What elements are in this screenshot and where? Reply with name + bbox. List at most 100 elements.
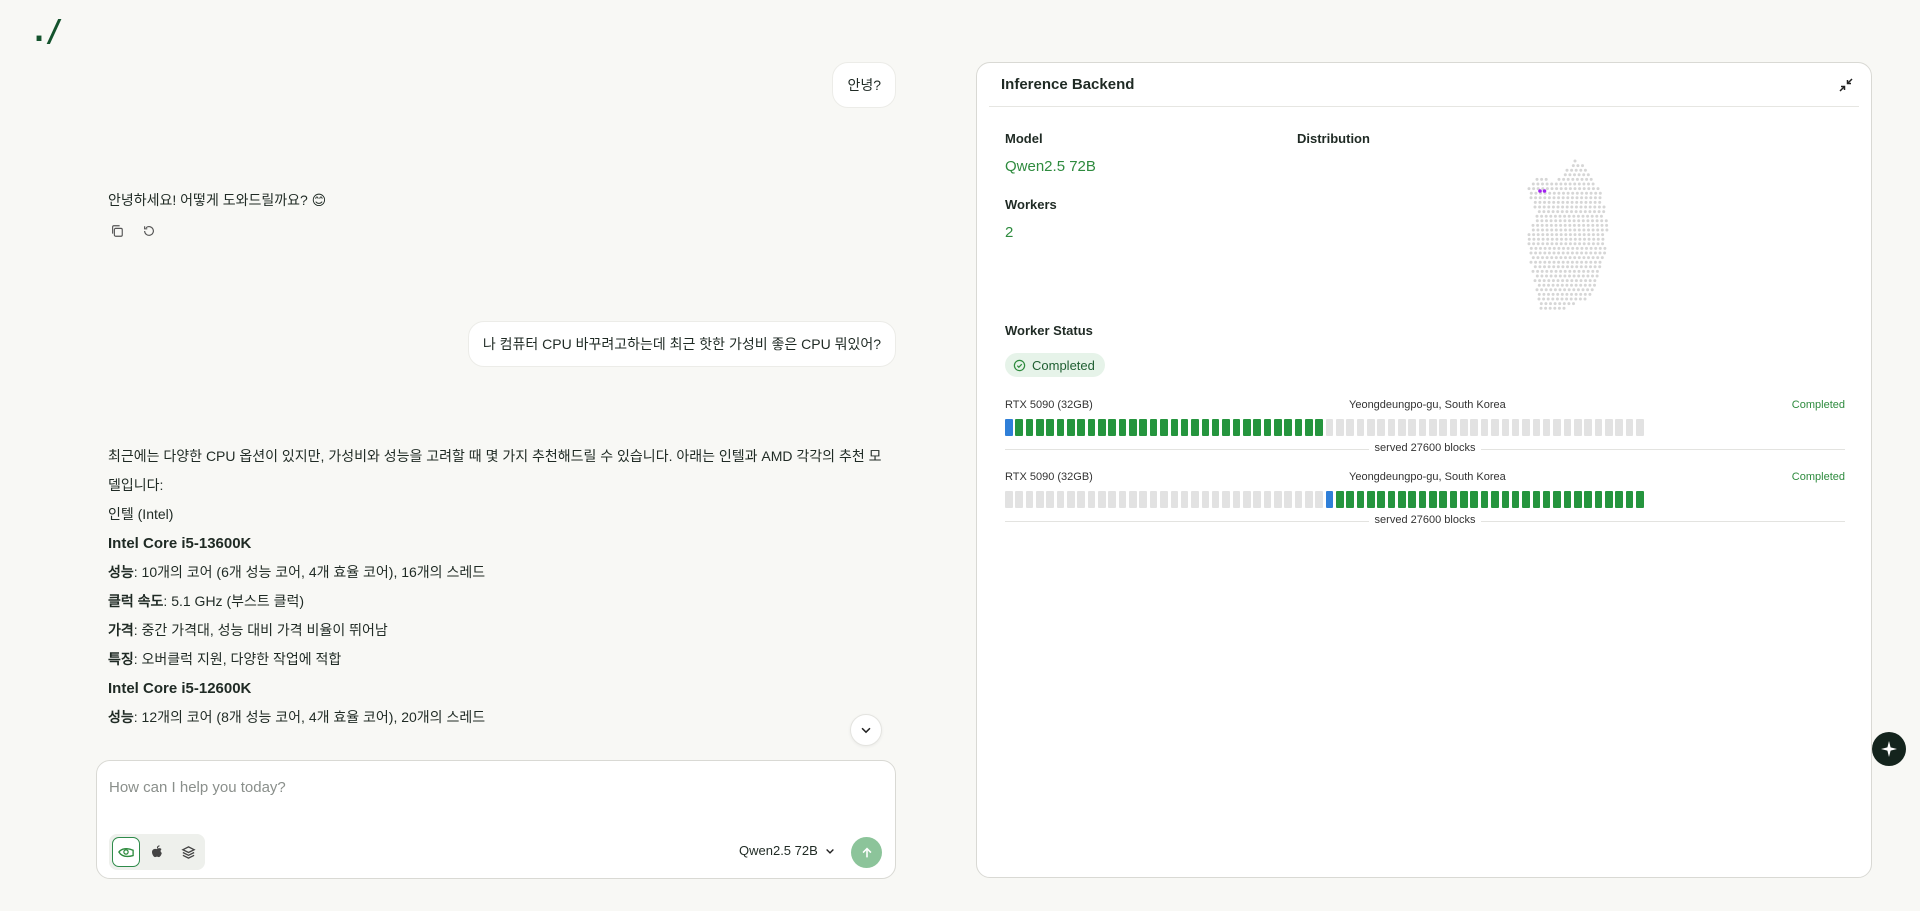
- backend-mode-group: [109, 834, 205, 870]
- model-select[interactable]: Qwen2.5 72B: [739, 843, 836, 858]
- map-dot: [1593, 196, 1597, 200]
- worker-block: [1170, 491, 1179, 508]
- worker-block: [1129, 491, 1137, 508]
- map-dot: [1545, 187, 1549, 191]
- map-dot: [1577, 219, 1581, 223]
- layers-mode-button[interactable]: [174, 837, 202, 867]
- map-dot: [1605, 228, 1609, 232]
- worker-location: Yeongdeungpo-gu, South Korea: [1349, 399, 1506, 411]
- map-dot: [1603, 246, 1607, 250]
- map-dot: [1578, 297, 1582, 301]
- map-dot: [1562, 246, 1565, 250]
- worker-block: [1087, 419, 1096, 436]
- map-dot: [1584, 251, 1588, 255]
- map-dot: [1579, 292, 1583, 296]
- map-dot: [1532, 242, 1536, 246]
- worker-block: [1522, 419, 1530, 436]
- worker-block: [1511, 419, 1520, 436]
- map-dot: [1568, 242, 1572, 246]
- map-dot: [1584, 260, 1588, 264]
- composer: Qwen2.5 72B: [96, 760, 896, 879]
- map-dot: [1587, 237, 1591, 241]
- map-dot: [1544, 177, 1548, 181]
- map-dot: [1568, 182, 1572, 186]
- map-dot: [1541, 237, 1545, 241]
- apple-mode-button[interactable]: [143, 837, 171, 867]
- worker-block: [1284, 491, 1292, 508]
- worker-block: [1056, 419, 1065, 436]
- collapse-panel-button[interactable]: [1835, 74, 1857, 96]
- map-dot: [1589, 196, 1593, 200]
- worker-status: Completed: [1791, 399, 1845, 411]
- map-dot: [1588, 210, 1592, 214]
- worker-block: [1563, 491, 1572, 508]
- regenerate-icon[interactable]: [140, 222, 158, 240]
- map-dot: [1593, 251, 1597, 255]
- worker-block: [1098, 491, 1106, 508]
- worker-block: [1439, 491, 1448, 508]
- map-dot: [1600, 219, 1604, 223]
- assistant-fab-button[interactable]: [1872, 732, 1906, 766]
- worker-block: [1160, 491, 1168, 508]
- map-dot: [1536, 242, 1540, 246]
- map-dot: [1556, 210, 1560, 214]
- map-dot: [1533, 205, 1537, 209]
- answer-intro: 최근에는 다양한 CPU 옵션이 있지만, 가성비와 성능을 고려할 때 몇 가…: [108, 448, 882, 493]
- map-dot: [1527, 187, 1531, 191]
- map-dot: [1560, 292, 1564, 296]
- worker-block: [1470, 491, 1479, 508]
- scroll-down-button[interactable]: [850, 714, 882, 746]
- map-dot: [1587, 233, 1591, 237]
- app-logo[interactable]: ./: [30, 14, 63, 49]
- map-dot: [1564, 182, 1567, 186]
- map-dot: [1547, 210, 1550, 214]
- map-dot: [1547, 265, 1551, 269]
- map-dot: [1549, 214, 1553, 218]
- map-dot: [1566, 251, 1570, 255]
- map-dot: [1540, 274, 1544, 278]
- map-dot: [1583, 297, 1587, 301]
- map-dot: [1580, 196, 1584, 200]
- worker-gpu: RTX 5090 (32GB): [1005, 399, 1093, 411]
- chevron-down-icon: [825, 848, 834, 854]
- worker-block: [1222, 419, 1230, 436]
- map-dot: [1574, 292, 1578, 296]
- map-dot: [1566, 196, 1570, 200]
- map-dot: [1566, 191, 1570, 195]
- map-dot: [1598, 260, 1602, 264]
- map-dot: [1549, 274, 1553, 278]
- map-dot: [1540, 269, 1544, 273]
- worker-block: [1460, 491, 1468, 508]
- nvidia-mode-button[interactable]: [112, 837, 141, 867]
- map-dot: [1562, 302, 1566, 306]
- map-dot: [1532, 187, 1536, 191]
- map-dot: [1565, 205, 1569, 209]
- map-dot: [1546, 237, 1550, 241]
- prompt-input[interactable]: [109, 779, 869, 796]
- map-dot: [1582, 187, 1586, 191]
- map-dot: [1560, 237, 1563, 241]
- distribution-label: Distribution: [1297, 131, 1370, 146]
- map-dot: [1550, 182, 1554, 186]
- map-dot: [1578, 242, 1582, 246]
- map-dot: [1572, 214, 1576, 218]
- send-button[interactable]: [851, 837, 882, 868]
- map-dot: [1575, 246, 1579, 250]
- worker-block: [1108, 491, 1117, 508]
- worker-block: [1273, 491, 1282, 508]
- answer-line: 성능: 12개의 코어 (8개 성능 코어, 4개 효율 코어), 20개의 스…: [108, 709, 486, 725]
- model-label: Model: [1005, 131, 1043, 146]
- map-dot: [1585, 177, 1589, 181]
- map-dot: [1586, 274, 1590, 278]
- map-dot: [1552, 191, 1556, 195]
- worker-block: [1387, 419, 1396, 436]
- map-dot: [1591, 187, 1595, 191]
- model-select-label: Qwen2.5 72B: [739, 843, 818, 858]
- map-dot: [1584, 200, 1588, 204]
- copy-icon[interactable]: [108, 222, 126, 240]
- map-dot: [1581, 288, 1585, 292]
- map-dot: [1568, 269, 1572, 273]
- map-dot: [1559, 256, 1563, 260]
- assistant-message: 안녕하세요! 어떻게 도와드릴까요? 😊: [108, 192, 327, 208]
- map-dot: [1580, 246, 1584, 250]
